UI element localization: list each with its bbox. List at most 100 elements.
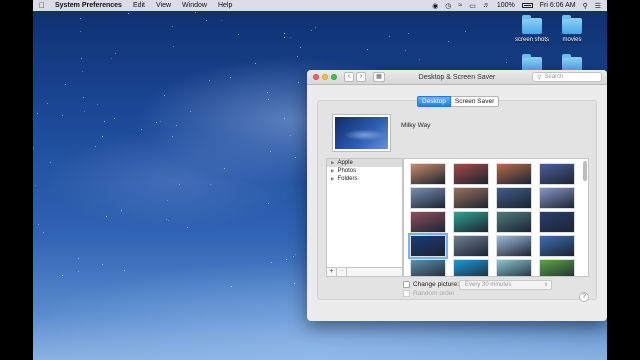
folder-icon <box>562 15 582 34</box>
star <box>62 115 64 117</box>
back-button[interactable]: ‹ <box>344 72 354 82</box>
star <box>61 274 63 276</box>
star <box>286 259 288 261</box>
wallpaper-thumbnail[interactable] <box>539 211 575 233</box>
battery-percent[interactable]: 100% <box>497 2 515 9</box>
random-order-checkbox[interactable] <box>403 290 410 297</box>
star <box>209 184 211 186</box>
add-source-button[interactable]: + <box>327 268 337 276</box>
wallpaper-thumbnail[interactable] <box>410 259 446 276</box>
star <box>289 135 291 136</box>
menu-app-name[interactable]: System Preferences <box>55 2 122 9</box>
wallpaper-thumbnail[interactable] <box>539 187 575 209</box>
wallpaper-thumbnail[interactable] <box>496 187 532 209</box>
wallpaper-thumbnail[interactable] <box>453 187 489 209</box>
menu-help[interactable]: Help <box>218 2 232 9</box>
star <box>254 63 256 65</box>
remove-source-button[interactable]: − <box>337 268 347 276</box>
wifi-icon[interactable]: ≈ <box>458 2 462 9</box>
notification-center-icon[interactable]: ☰ <box>595 2 601 10</box>
grid-scrollbar[interactable] <box>583 161 587 181</box>
star <box>295 254 297 256</box>
wallpaper-thumbnail[interactable] <box>539 259 575 276</box>
search-input[interactable]: ⚲ Search <box>532 72 602 82</box>
wallpaper-thumbnail[interactable] <box>410 163 446 185</box>
wallpaper-thumbnail[interactable] <box>496 259 532 276</box>
disclosure-triangle-icon[interactable]: ▶ <box>331 168 334 174</box>
wallpaper-thumbnail[interactable] <box>410 211 446 233</box>
star <box>114 53 116 55</box>
tab-screen-saver[interactable]: Screen Saver <box>450 96 500 107</box>
menu-window[interactable]: Window <box>182 2 207 9</box>
menu-edit[interactable]: Edit <box>133 2 145 9</box>
zoom-window-button[interactable] <box>331 74 337 80</box>
close-window-button[interactable] <box>313 74 319 80</box>
menu-clock[interactable]: Fri 6:06 AM <box>540 2 576 9</box>
star <box>284 37 286 39</box>
wallpaper-thumbnail[interactable] <box>539 235 575 257</box>
star <box>82 70 84 72</box>
star <box>78 271 80 273</box>
spotlight-icon[interactable]: ⚲ <box>583 2 588 10</box>
disclosure-triangle-icon[interactable]: ▶ <box>331 160 334 166</box>
wallpaper-thumbnail[interactable] <box>496 211 532 233</box>
show-all-grid-icon[interactable]: ▦ <box>373 72 385 82</box>
apple-menu-icon[interactable]:  <box>39 1 45 10</box>
star <box>300 47 302 49</box>
star <box>101 136 103 138</box>
star <box>33 148 35 150</box>
source-item-apple[interactable]: ▶ Apple <box>327 159 402 167</box>
wallpaper-thumbnail[interactable] <box>496 235 532 257</box>
star <box>160 121 162 123</box>
interval-select[interactable]: Every 30 minutes ⇕ <box>459 280 552 290</box>
battery-icon[interactable] <box>521 3 533 8</box>
minimize-window-button[interactable] <box>322 74 328 80</box>
volume-icon[interactable]: ♬ <box>483 2 490 9</box>
tab-desktop[interactable]: Desktop <box>417 96 451 107</box>
wallpaper-thumbnail[interactable] <box>539 163 575 185</box>
star <box>297 82 299 84</box>
star <box>164 94 166 96</box>
star <box>165 219 167 221</box>
star <box>295 156 297 158</box>
wallpaper-thumbnail[interactable] <box>453 211 489 233</box>
star <box>175 124 177 126</box>
star <box>80 31 82 33</box>
star <box>81 57 83 59</box>
desktop-folder-label: movies <box>562 37 582 43</box>
random-order-option[interactable]: Random order <box>403 290 455 297</box>
clock-status-icon[interactable]: ◷ <box>445 2 451 10</box>
wallpaper-thumbnail[interactable] <box>453 163 489 185</box>
star <box>366 48 368 50</box>
star <box>46 102 48 104</box>
change-picture-label: Change picture: <box>413 281 459 288</box>
folder-icon <box>522 15 542 34</box>
menu-view[interactable]: View <box>156 2 171 9</box>
star <box>230 285 232 287</box>
star <box>171 26 173 28</box>
window-titlebar[interactable]: ‹ › ▦ Desktop & Screen Saver ⚲ Search <box>307 70 607 85</box>
airplay-icon[interactable]: ▭ <box>469 2 476 10</box>
change-picture-option[interactable]: Change picture: <box>403 281 459 288</box>
wallpaper-thumbnail[interactable] <box>453 235 489 257</box>
star <box>65 83 67 85</box>
source-item-photos[interactable]: ▶ Photos <box>327 167 402 175</box>
menu-bar:  System Preferences Edit View Window He… <box>33 0 607 11</box>
record-icon[interactable]: ◉ <box>432 2 438 10</box>
star <box>267 91 269 93</box>
wallpaper-thumbnail[interactable] <box>453 259 489 276</box>
random-order-label: Random order <box>413 290 455 297</box>
desktop-folder-movies[interactable]: movies <box>547 15 597 43</box>
star <box>113 117 115 119</box>
wallpaper-thumbnail[interactable] <box>408 233 448 259</box>
wallpaper-thumbnail[interactable] <box>410 187 446 209</box>
search-icon: ⚲ <box>537 74 542 81</box>
source-item-label: Photos <box>337 168 357 174</box>
wallpaper-thumbnail[interactable] <box>496 163 532 185</box>
forward-button[interactable]: › <box>356 72 366 82</box>
source-item-folders[interactable]: ▶ Folders <box>327 175 402 183</box>
help-button[interactable]: ? <box>579 292 589 302</box>
star <box>103 121 105 123</box>
change-picture-checkbox[interactable] <box>403 281 410 288</box>
disclosure-triangle-icon[interactable]: ▶ <box>331 176 334 182</box>
